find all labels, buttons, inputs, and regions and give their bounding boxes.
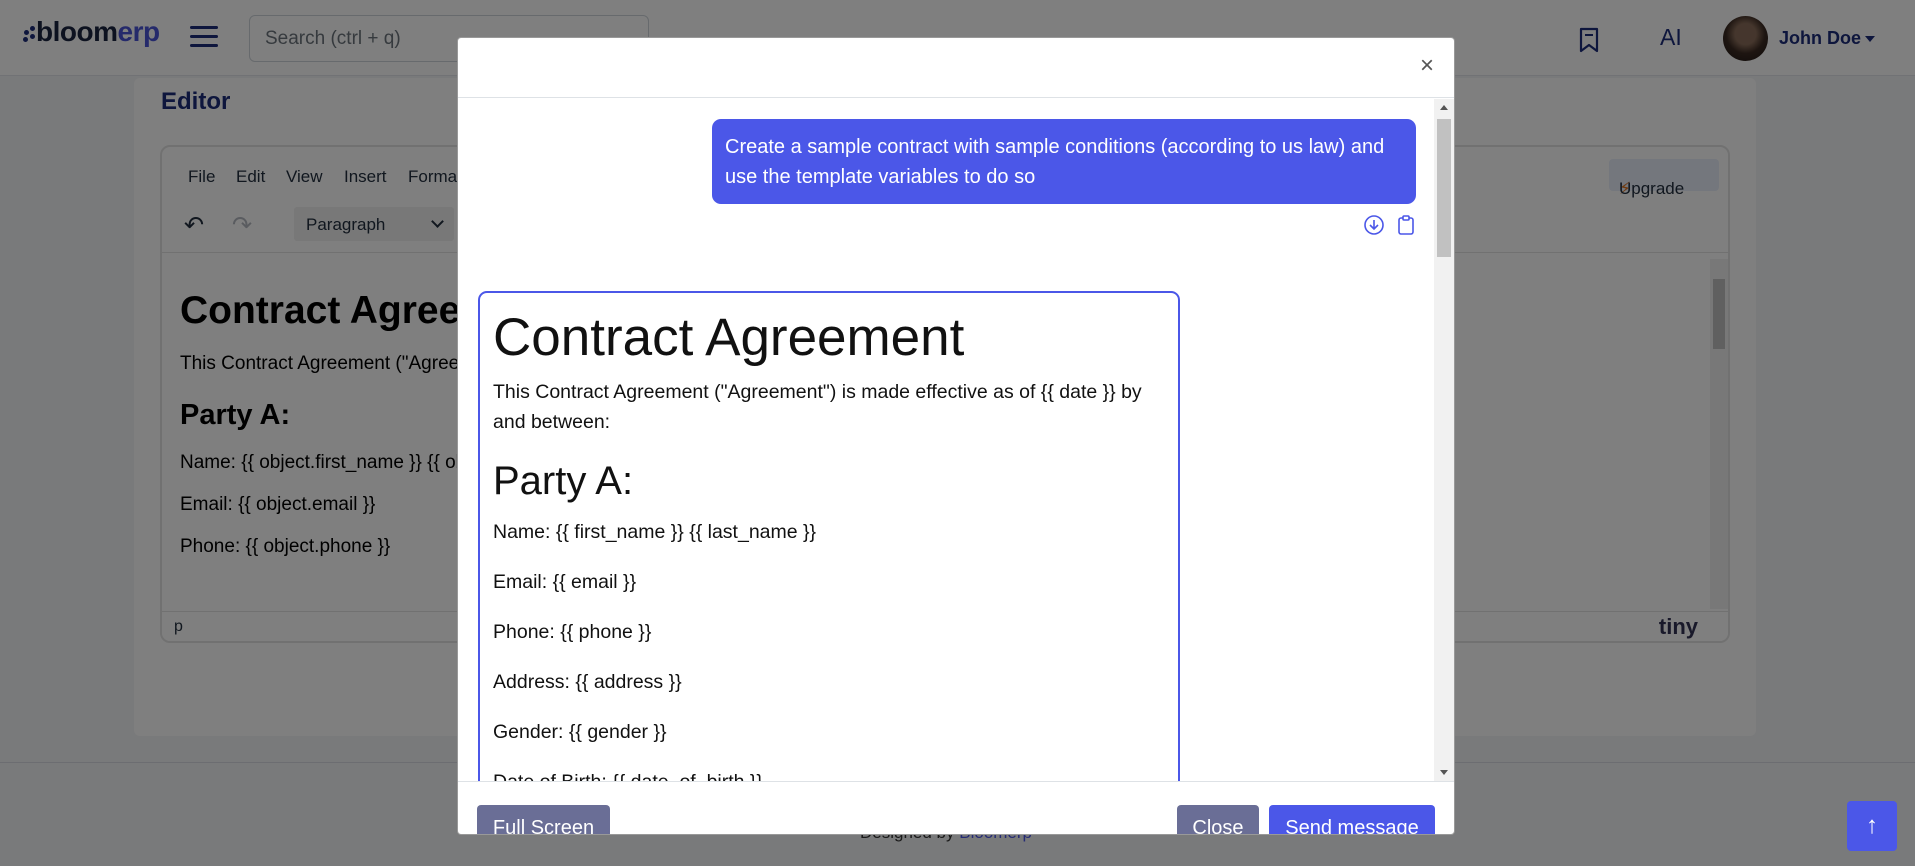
scroll-to-top-button[interactable]: ↑ (1847, 801, 1897, 851)
response-intro: This Contract Agreement ("Agreement") is… (493, 381, 1142, 433)
full-screen-button[interactable]: Full Screen (477, 805, 610, 834)
response-field-phone: Phone: {{ phone }} (493, 621, 652, 643)
message-actions (1363, 214, 1417, 236)
modal-header: × (458, 38, 1454, 98)
response-party-heading: Party A: (493, 459, 634, 503)
ai-chat-modal: × Create a sample contract with sample c… (457, 37, 1455, 835)
response-field-address: Address: {{ address }} (493, 671, 682, 693)
arrow-up-icon: ↑ (1866, 812, 1878, 839)
response-field-gender: Gender: {{ gender }} (493, 721, 667, 743)
response-field-email: Email: {{ email }} (493, 571, 637, 593)
scroll-thumb[interactable] (1437, 119, 1451, 257)
close-icon[interactable]: × (1420, 54, 1434, 78)
response-field-name: Name: {{ first_name }} {{ last_name }} (493, 521, 817, 543)
ai-response-bubble: Contract Agreement This Contract Agreeme… (478, 291, 1180, 781)
clipboard-icon[interactable] (1395, 214, 1417, 236)
response-field-dob: Date of Birth: {{ date_of_birth }} (493, 767, 1165, 781)
close-button[interactable]: Close (1177, 805, 1259, 834)
download-icon[interactable] (1363, 214, 1385, 236)
chat-body: Create a sample contract with sample con… (458, 99, 1436, 781)
scroll-up-icon[interactable] (1440, 105, 1448, 110)
scroll-down-icon[interactable] (1440, 770, 1448, 775)
chat-scrollbar[interactable] (1434, 99, 1454, 781)
response-heading: Contract Agreement (493, 308, 965, 367)
send-message-button[interactable]: Send message (1269, 805, 1435, 834)
modal-footer: Full Screen Close Send message (458, 781, 1454, 834)
user-message-bubble: Create a sample contract with sample con… (712, 119, 1416, 204)
